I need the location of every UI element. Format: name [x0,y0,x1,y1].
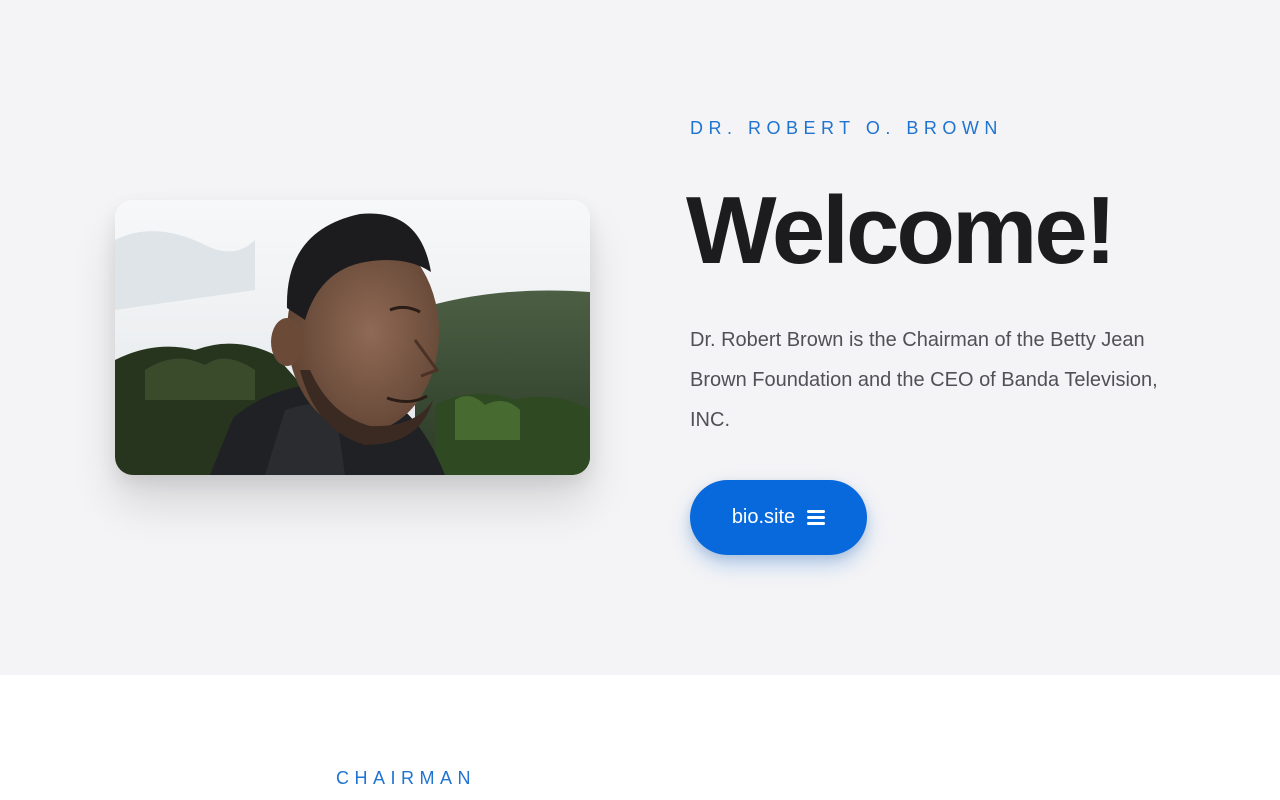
hero-section: DR. ROBERT O. BROWN Welcome! Dr. Robert … [0,0,1280,675]
menu-icon [807,510,826,525]
bio-site-button-label: bio.site [731,506,796,528]
section-eyebrow: CHAIRMAN [336,768,477,788]
intro-paragraph: Dr. Robert Brown is the Chairman of the … [690,329,1158,431]
chairman-section: CHAIRMAN [0,675,1280,800]
profile-photo [115,200,590,475]
page-title: Welcome! [686,177,1117,284]
bio-site-button[interactable]: bio.site [690,480,867,555]
person-name-eyebrow: DR. ROBERT O. BROWN [690,118,1003,138]
portrait-image [115,200,590,475]
